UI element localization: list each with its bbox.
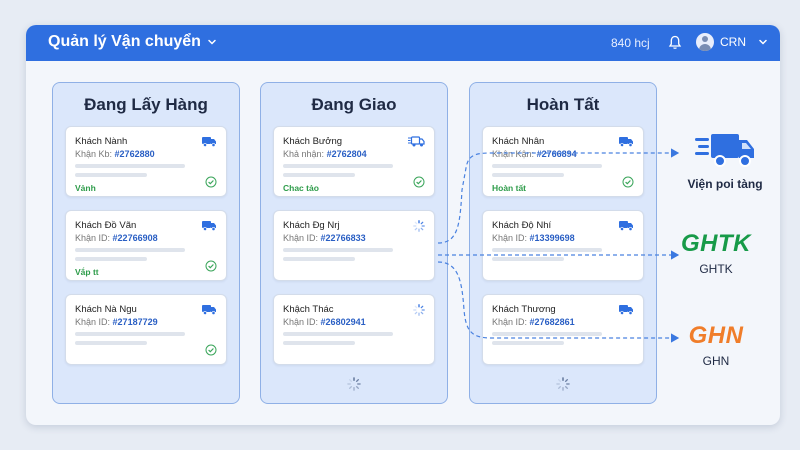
truck-icon xyxy=(619,305,633,315)
destination-label: GHN xyxy=(702,354,730,368)
placeholder-line xyxy=(283,341,355,345)
truck-icon xyxy=(202,305,216,315)
destination-warehouse[interactable]: Viện poi tàng xyxy=(680,130,770,191)
destination-label: GHTK xyxy=(699,262,733,276)
column-completed: Hoàn Tất Khách Nhân Khận Kận: #2766894 H… xyxy=(469,82,657,404)
placeholder-line xyxy=(75,341,147,345)
spinner-icon xyxy=(413,304,425,316)
user-name: CRN xyxy=(720,35,746,49)
check-icon xyxy=(413,176,425,188)
check-icon xyxy=(205,176,217,188)
column-title: Đang Lấy Hàng xyxy=(84,95,208,114)
status-text: Chac tảo xyxy=(283,183,319,193)
placeholder-line xyxy=(492,164,602,168)
customer-name: Khách Nà Ngu xyxy=(75,304,137,315)
placeholder-line xyxy=(75,164,185,168)
placeholder-line xyxy=(492,248,602,252)
shipment-card[interactable]: Khách Nà Ngu Khận ID: #27187729 xyxy=(65,294,227,365)
placeholder-line xyxy=(283,248,393,252)
app-title-dropdown[interactable]: Quản lý Vận chuyển xyxy=(48,33,217,51)
customer-name: Khậch Thác xyxy=(283,304,334,315)
order-id: Khận ID: #22766908 xyxy=(75,233,158,243)
column-delivering: Đang Giao Khách Bưởng Khả nhận: #2762804… xyxy=(260,82,448,404)
order-id: Khả nhận: #2762804 xyxy=(283,149,367,159)
top-bar: Quản lý Vận chuyển 840 hcj CRN xyxy=(26,25,780,61)
customer-name: Khách Nhân xyxy=(492,136,545,147)
ghtk-logo: GHTK xyxy=(681,230,751,257)
delivery-truck-icon xyxy=(695,134,754,167)
customer-name: Khách Bưởng xyxy=(283,136,343,147)
header-count: 840 hcj xyxy=(611,36,650,50)
column-title: Đang Giao xyxy=(311,95,397,114)
customer-name: Khách Đồ Vãn xyxy=(75,220,137,231)
bell-icon[interactable] xyxy=(668,35,682,55)
truck-icon xyxy=(619,221,633,231)
customer-name: Khách Độ Nhí xyxy=(492,220,552,231)
destination-ghtk[interactable]: GHTK GHTK xyxy=(680,230,752,276)
ghn-logo: GHN xyxy=(688,322,744,349)
shipment-card[interactable]: Khách Thương Khận ID: #27682861 xyxy=(482,294,644,365)
order-id: Khận Kb: #2762880 xyxy=(75,149,155,159)
avatar xyxy=(696,33,714,51)
placeholder-line xyxy=(283,164,393,168)
moving-truck-icon xyxy=(408,136,425,147)
order-id: Khận ID: #27682861 xyxy=(492,317,575,327)
order-id: Khận ID: #26802941 xyxy=(283,317,366,327)
destination-ghn[interactable]: GHN GHN xyxy=(680,322,752,368)
order-id: Khận ID: #13399698 xyxy=(492,233,575,243)
placeholder-line xyxy=(492,257,564,261)
order-id: Khận ID: #27187729 xyxy=(75,317,158,327)
placeholder-line xyxy=(75,248,185,252)
column-picking-up: Đang Lấy Hàng Khách Nành Khận Kb: #27628… xyxy=(52,82,240,404)
customer-name: Khách Thương xyxy=(492,304,556,315)
shipment-card[interactable]: Khách Bưởng Khả nhận: #2762804 Chac tảo xyxy=(273,126,435,197)
check-icon xyxy=(205,260,217,272)
placeholder-line xyxy=(492,173,564,177)
destination-label: Viện poi tàng xyxy=(687,177,763,191)
placeholder-line xyxy=(75,173,147,177)
placeholder-line xyxy=(75,332,185,336)
truck-icon xyxy=(202,221,216,231)
page-title: Quản lý Vận chuyển xyxy=(48,33,201,50)
user-menu[interactable]: CRN xyxy=(696,33,768,51)
truck-icon xyxy=(202,137,216,147)
customer-name: Khách Đg Nrj xyxy=(283,220,340,231)
app-window: Quản lý Vận chuyển 840 hcj CRN Đang Lấy … xyxy=(26,25,780,425)
placeholder-line xyxy=(492,341,564,345)
chevron-down-icon xyxy=(208,39,216,45)
placeholder-line xyxy=(492,332,602,336)
loading-spinner-icon xyxy=(556,377,570,391)
shipment-card[interactable]: Khách Nành Khận Kb: #2762880 Vảnh xyxy=(65,126,227,197)
placeholder-line xyxy=(75,257,147,261)
customer-name: Khách Nành xyxy=(75,136,128,147)
column-title: Hoàn Tất xyxy=(526,95,600,114)
shipment-card[interactable]: Khậch Thác Khận ID: #26802941 xyxy=(273,294,435,365)
order-id: Khận Kận: #2766894 xyxy=(492,149,577,159)
shipment-card[interactable]: Khách Độ Nhí Khận ID: #13399698 xyxy=(482,210,644,281)
status-text: Vảnh xyxy=(75,183,96,193)
placeholder-line xyxy=(283,332,393,336)
status-text: Hoàn tất xyxy=(492,183,526,193)
chevron-down-icon xyxy=(759,39,767,45)
placeholder-line xyxy=(283,173,355,177)
shipment-card[interactable]: Khách Nhân Khận Kận: #2766894 Hoàn tất xyxy=(482,126,644,197)
check-icon xyxy=(622,176,634,188)
order-id: Khận ID: #22766833 xyxy=(283,233,366,243)
shipment-card[interactable]: Khách Đồ Vãn Khận ID: #22766908 Vắp tt xyxy=(65,210,227,281)
spinner-icon xyxy=(413,220,425,232)
shipment-card[interactable]: Khách Đg Nrj Khận ID: #22766833 xyxy=(273,210,435,281)
truck-icon xyxy=(619,137,633,147)
loading-spinner-icon xyxy=(347,377,361,391)
placeholder-line xyxy=(283,257,355,261)
check-icon xyxy=(205,344,217,356)
status-text: Vắp tt xyxy=(75,267,99,277)
